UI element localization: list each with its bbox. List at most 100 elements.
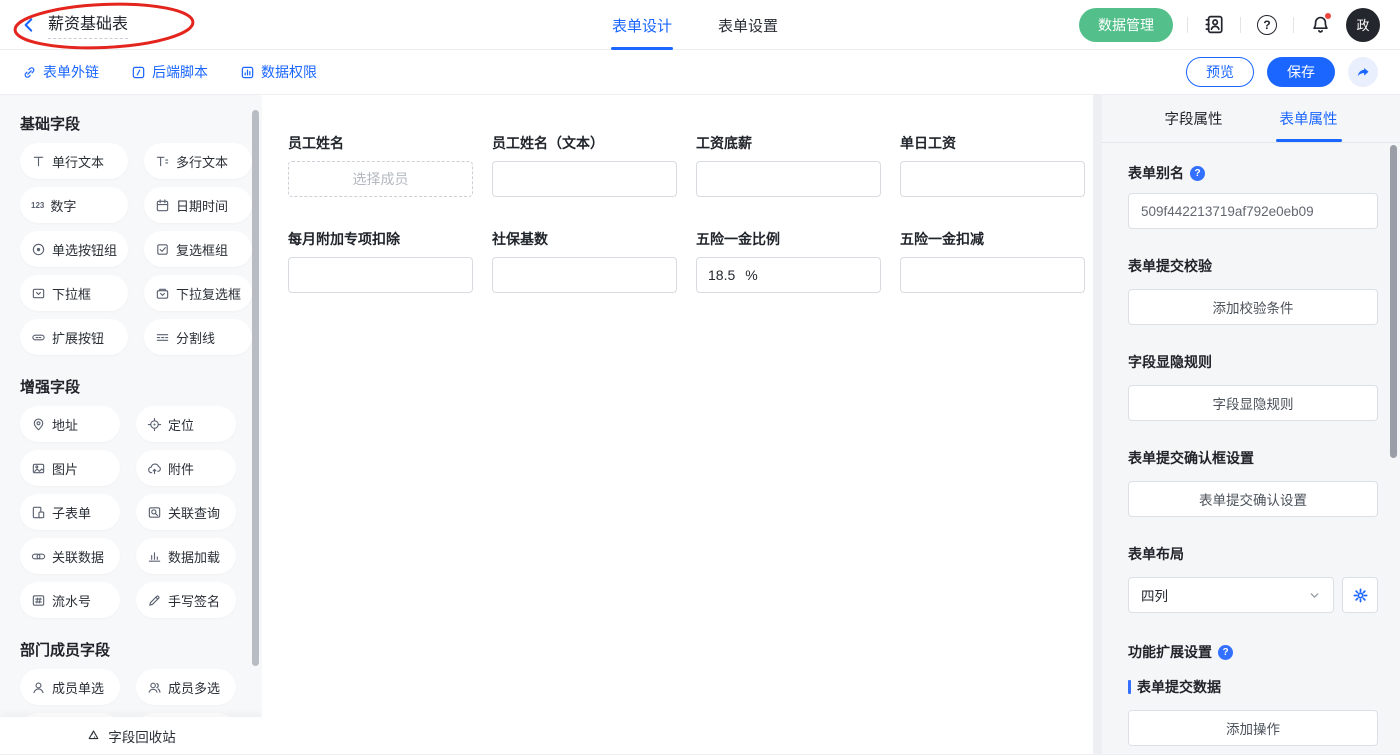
text-input[interactable]: [492, 161, 677, 197]
sidebar-item-image[interactable]: 图片: [20, 450, 120, 486]
back-icon[interactable]: [20, 16, 38, 34]
contacts-icon[interactable]: [1202, 13, 1226, 37]
sidebar-item-multi-line-text[interactable]: 多行文本: [144, 143, 252, 179]
text-input[interactable]: [696, 161, 881, 197]
text-input[interactable]: [288, 257, 473, 293]
help-icon[interactable]: ?: [1218, 645, 1233, 660]
field-employee-name[interactable]: 员工姓名: [288, 133, 473, 197]
member-picker-input[interactable]: [288, 161, 473, 197]
external-link-button[interactable]: 表单外链: [22, 62, 99, 82]
sidebar-item-address[interactable]: 地址: [20, 406, 120, 442]
form-canvas: 员工姓名 员工姓名（文本） 工资底薪 单日工资 每月附加专项扣除 社保基数: [262, 95, 1093, 754]
sidebar-item-checkbox-group[interactable]: 复选框组: [144, 231, 252, 267]
toolbar-actions: 预览 保存: [1186, 57, 1378, 87]
panel-scrollbar[interactable]: [1390, 145, 1397, 458]
submit-confirm-button[interactable]: 表单提交确认设置: [1128, 481, 1378, 517]
field-base-salary[interactable]: 工资底薪: [696, 133, 881, 197]
active-tab-underline: [611, 47, 673, 50]
sidebar-item-location[interactable]: 定位: [136, 406, 236, 442]
select-icon: [31, 286, 46, 301]
field-grid: 员工姓名 员工姓名（文本） 工资底薪 单日工资 每月附加专项扣除 社保基数: [288, 133, 1093, 293]
layout-select[interactable]: 四列: [1128, 577, 1334, 613]
sidebar-item-data-load[interactable]: 数据加载: [136, 538, 236, 574]
linked-data-icon: [31, 549, 46, 564]
insurance-ratio-input[interactable]: 18.5 %: [696, 257, 881, 293]
datetime-icon: [155, 198, 170, 213]
tab-field-properties[interactable]: 字段属性: [1136, 95, 1251, 142]
field-social-security-base[interactable]: 社保基数: [492, 229, 677, 293]
data-manage-button[interactable]: 数据管理: [1079, 8, 1173, 42]
add-validation-button[interactable]: 添加校验条件: [1128, 289, 1378, 325]
submit-data-label: 表单提交数据: [1137, 677, 1221, 697]
field-employee-name-text[interactable]: 员工姓名（文本）: [492, 133, 677, 197]
multi-select-icon: [155, 286, 170, 301]
field-recycle-bin-button[interactable]: 字段回收站: [0, 717, 262, 754]
field-daily-salary[interactable]: 单日工资: [900, 133, 1085, 197]
sidebar-item-lookup[interactable]: 关联查询: [136, 494, 236, 530]
submit-confirm-label: 表单提交确认框设置: [1128, 448, 1378, 468]
divider: [1187, 17, 1188, 33]
topbar-actions: 数据管理 ? 政: [1079, 8, 1380, 42]
help-icon[interactable]: ?: [1255, 13, 1279, 37]
sidebar-item-member-multi[interactable]: 成员多选: [136, 669, 236, 705]
section-title-member-fields: 部门成员字段: [20, 639, 236, 660]
sidebar-item-signature[interactable]: 手写签名: [136, 582, 236, 618]
field-insurance-ratio[interactable]: 五险一金比例 18.5 %: [696, 229, 881, 293]
field-insurance-deduction[interactable]: 五险一金扣减: [900, 229, 1085, 293]
sidebar-item-datetime[interactable]: 日期时间: [144, 187, 252, 223]
enhanced-fields-grid: 地址 定位 图片 附件 子表单: [20, 406, 236, 618]
breadcrumb: 薪资基础表: [20, 10, 128, 39]
field-visibility-button[interactable]: 字段显隐规则: [1128, 385, 1378, 421]
top-bar: 薪资基础表 表单设计 表单设置 数据管理 ? 政: [0, 0, 1400, 50]
text-input[interactable]: [900, 257, 1085, 293]
save-button[interactable]: 保存: [1267, 57, 1335, 87]
form-alias-input[interactable]: [1128, 193, 1378, 229]
single-line-text-icon: [31, 154, 46, 169]
serial-number-icon: [31, 593, 46, 608]
tab-form-settings[interactable]: 表单设置: [718, 0, 778, 50]
notification-bell-icon[interactable]: [1308, 13, 1332, 37]
field-library-sidebar: 基础字段 单行文本 多行文本 123 数字 日期时间: [0, 95, 262, 754]
sidebar-item-divider-line[interactable]: 分割线: [144, 319, 252, 355]
sidebar-item-linked-data[interactable]: 关联数据: [20, 538, 120, 574]
tab-form-design[interactable]: 表单设计: [612, 0, 672, 50]
sidebar-item-serial-number[interactable]: 流水号: [20, 582, 120, 618]
sidebar-item-multi-select[interactable]: 下拉复选框: [144, 275, 252, 311]
chevron-down-icon: [1308, 589, 1321, 602]
sidebar-item-single-line-text[interactable]: 单行文本: [20, 143, 128, 179]
form-alias-label: 表单别名: [1128, 163, 1184, 183]
address-icon: [31, 417, 46, 432]
help-icon[interactable]: ?: [1190, 166, 1205, 181]
attachment-icon: [147, 461, 162, 476]
sidebar-item-number[interactable]: 123 数字: [20, 187, 128, 223]
unit-label: %: [745, 267, 757, 283]
field-monthly-deduction[interactable]: 每月附加专项扣除: [288, 229, 473, 293]
sidebar-scrollbar[interactable]: [252, 110, 259, 666]
sidebar-item-attachment[interactable]: 附件: [136, 450, 236, 486]
avatar[interactable]: 政: [1346, 8, 1380, 42]
permission-icon: [240, 65, 255, 80]
backend-script-button[interactable]: 后端脚本: [131, 62, 208, 82]
multi-line-text-icon: [155, 154, 170, 169]
sidebar-item-select[interactable]: 下拉框: [20, 275, 128, 311]
preview-button[interactable]: 预览: [1186, 57, 1254, 87]
divider: [1293, 17, 1294, 33]
tab-form-properties[interactable]: 表单属性: [1251, 95, 1366, 142]
section-marker: [1128, 680, 1131, 694]
sidebar-item-extend-button[interactable]: 扩展按钮: [20, 319, 128, 355]
sidebar-item-subform[interactable]: 子表单: [20, 494, 120, 530]
main-tabs: 表单设计 表单设置: [612, 0, 778, 50]
add-submit-action-button[interactable]: 添加操作: [1128, 710, 1378, 746]
external-link-icon: [22, 65, 37, 80]
text-input[interactable]: [900, 161, 1085, 197]
sidebar-item-member-single[interactable]: 成员单选: [20, 669, 120, 705]
data-permission-button[interactable]: 数据权限: [240, 62, 317, 82]
text-input[interactable]: [492, 257, 677, 293]
sidebar-item-radio-group[interactable]: 单选按钮组: [20, 231, 128, 267]
active-tab-underline: [1276, 139, 1342, 142]
page-title[interactable]: 薪资基础表: [48, 10, 128, 39]
layout-settings-button[interactable]: [1342, 577, 1378, 613]
script-icon: [131, 65, 146, 80]
gear-icon: [1352, 587, 1369, 604]
share-button[interactable]: [1348, 57, 1378, 87]
